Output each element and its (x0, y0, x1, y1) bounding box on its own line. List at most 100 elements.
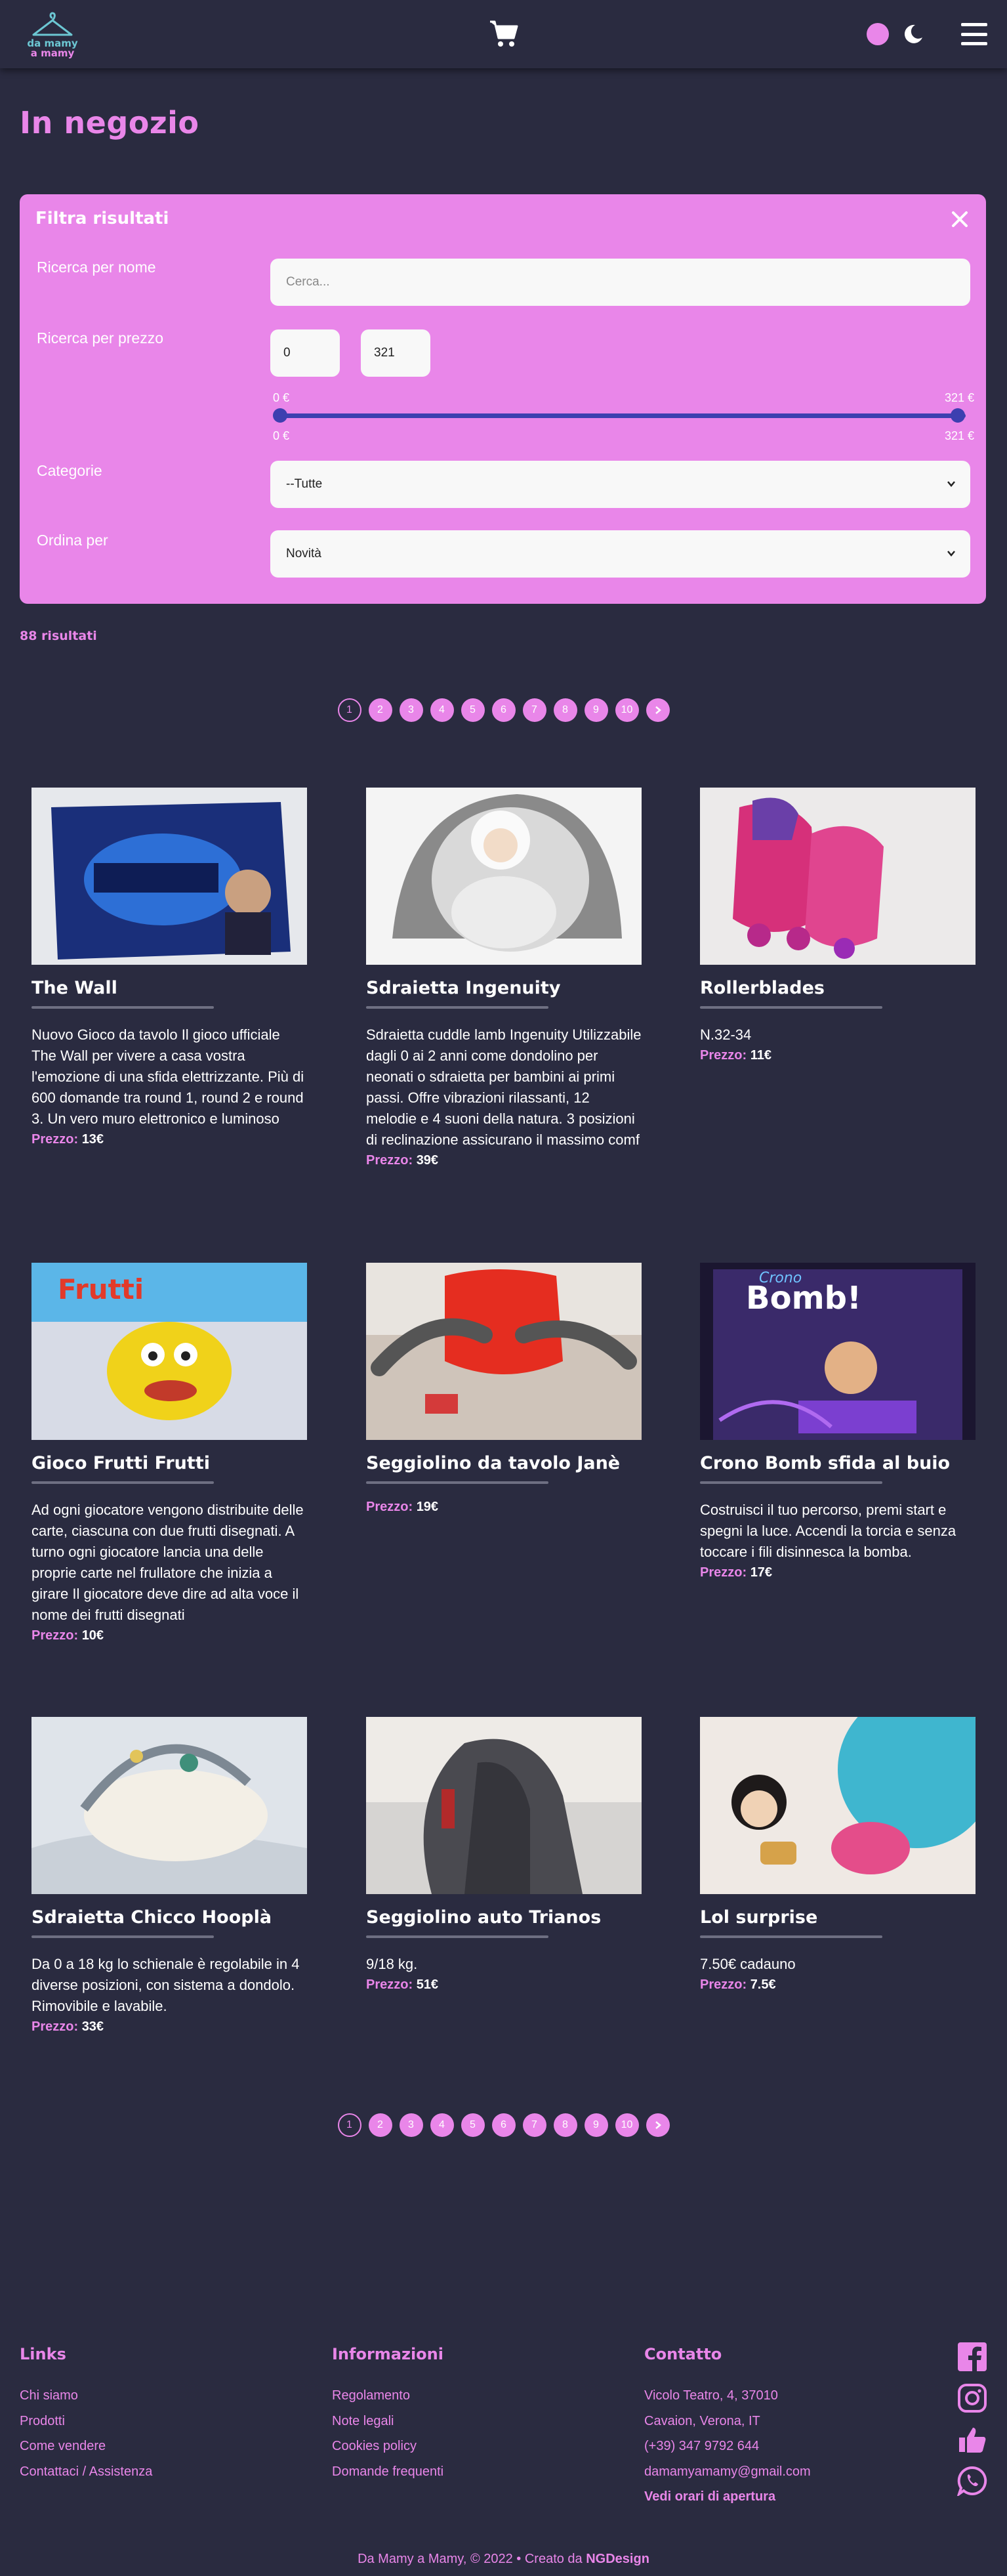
product-title[interactable]: Seggiolino da tavolo Janè (366, 1453, 642, 1473)
page-button-1[interactable]: 1 (337, 2113, 361, 2137)
opening-hours-link[interactable]: Vedi orari di apertura (644, 2484, 811, 2510)
footer-link-prodotti[interactable]: Prodotti (20, 2409, 152, 2434)
page-button-5[interactable]: 5 (461, 698, 485, 722)
product-title[interactable]: The Wall (31, 978, 307, 998)
footer-link-cookies[interactable]: Cookies policy (332, 2434, 443, 2459)
title-divider (366, 1935, 548, 1938)
whatsapp-icon[interactable] (957, 2466, 987, 2496)
facebook-icon[interactable] (957, 2342, 987, 2372)
page-button-6[interactable]: 6 (491, 698, 516, 722)
thumbs-up-icon[interactable] (957, 2424, 987, 2455)
product-title[interactable]: Crono Bomb sfida al buio (700, 1453, 976, 1473)
close-icon[interactable] (951, 210, 969, 228)
contact-email-link[interactable]: damamyamamy@gmail.com (644, 2459, 811, 2485)
category-select[interactable]: --Tutte (270, 461, 970, 508)
contact-phone-link[interactable]: (+39) 347 9792 644 (644, 2434, 811, 2459)
next-page-button[interactable] (646, 698, 670, 722)
product-card[interactable]: Sdraietta Chicco Hooplà Da 0 a 18 kg lo … (31, 1717, 307, 2035)
page-button-10[interactable]: 10 (615, 698, 639, 722)
range-min-label: 0 € (273, 391, 290, 404)
price-min-input[interactable]: 0 (270, 329, 340, 377)
product-card[interactable]: Rollerblades N.32-34 Prezzo: 11€ (700, 788, 976, 1063)
product-image-the-wall[interactable] (31, 788, 307, 965)
product-card[interactable]: Lol surprise 7.50€ cadauno Prezzo: 7.5€ (700, 1717, 976, 1993)
product-card[interactable]: Sdraietta Ingenuity Sdraietta cuddle lam… (366, 788, 642, 1168)
range-max-value: 321 € (944, 429, 974, 442)
page-button-4[interactable]: 4 (430, 2113, 454, 2137)
designer-link[interactable]: NGDesign (586, 2552, 649, 2566)
page-button-4[interactable]: 4 (430, 698, 454, 722)
product-title[interactable]: Lol surprise (700, 1907, 976, 1928)
product-image-chicco-hoopla[interactable] (31, 1717, 307, 1894)
price-range-track[interactable] (277, 413, 966, 418)
footer-link-faq[interactable]: Domande frequenti (332, 2459, 443, 2485)
price-value: 10€ (81, 1628, 104, 1643)
chevron-right-icon (655, 2121, 661, 2129)
page-button-7[interactable]: 7 (522, 698, 546, 722)
page-button-7[interactable]: 7 (522, 2113, 546, 2137)
page-button-9[interactable]: 9 (584, 2113, 608, 2137)
product-title[interactable]: Rollerblades (700, 978, 976, 998)
page-button-9[interactable]: 9 (584, 698, 608, 722)
price-max-input[interactable]: 321 (361, 329, 430, 377)
product-image-seggiolino-tavolo[interactable] (366, 1263, 642, 1440)
page-button-2[interactable]: 2 (368, 698, 392, 722)
menu-bar (961, 32, 987, 36)
category-label: Categorie (37, 462, 102, 479)
product-card[interactable]: The Wall Nuovo Gioco da tavolo Il gioco … (31, 788, 307, 1147)
filter-title: Filtra risultati (35, 209, 169, 228)
product-card[interactable]: Seggiolino da tavolo Janè Prezzo: 19€ (366, 1263, 642, 1515)
product-description: N.32-34 (700, 1026, 752, 1043)
cart-button[interactable] (489, 18, 519, 52)
moon-icon[interactable] (902, 23, 924, 45)
product-price: Prezzo: 39€ (366, 1153, 642, 1168)
title-divider (700, 1006, 882, 1009)
price-value: 7.5€ (750, 1977, 776, 1992)
price-value: 39€ (416, 1153, 439, 1168)
product-image-lol-surprise[interactable] (700, 1717, 976, 1894)
footer-link-regolamento[interactable]: Regolamento (332, 2383, 443, 2409)
product-image-crono-bomb[interactable]: Bomb! Crono (700, 1263, 976, 1440)
category-select-value: --Tutte (286, 477, 323, 491)
header-actions (867, 23, 987, 45)
page-button-8[interactable]: 8 (553, 2113, 577, 2137)
page-button-10[interactable]: 10 (615, 2113, 639, 2137)
price-label: Prezzo: (366, 1153, 413, 1168)
price-label: Prezzo: (31, 2019, 79, 2034)
page-button-8[interactable]: 8 (553, 698, 577, 722)
sort-select[interactable]: Novità (270, 530, 970, 578)
page-button-6[interactable]: 6 (491, 2113, 516, 2137)
product-image-seggiolino-trianos[interactable] (366, 1717, 642, 1894)
product-image-rollerblades[interactable] (700, 788, 976, 965)
sort-select-value: Novità (286, 547, 321, 560)
light-theme-toggle[interactable] (867, 23, 889, 45)
product-card[interactable]: Frutti Gioco Frutti Frutti Ad ogni gioca… (31, 1263, 307, 1643)
product-title[interactable]: Gioco Frutti Frutti (31, 1453, 307, 1473)
footer-info-heading: Informazioni (332, 2345, 443, 2363)
footer-link-note-legali[interactable]: Note legali (332, 2409, 443, 2434)
site-logo[interactable]: da mamy a mamy (20, 10, 85, 58)
product-title[interactable]: Sdraietta Ingenuity (366, 978, 642, 998)
next-page-button[interactable] (646, 2113, 670, 2137)
price-range-min-handle[interactable] (273, 408, 287, 423)
search-input[interactable]: Cerca... (270, 259, 970, 306)
product-card[interactable]: Seggiolino auto Trianos 9/18 kg. Prezzo:… (366, 1717, 642, 1993)
footer-link-contattaci[interactable]: Contattaci / Assistenza (20, 2459, 152, 2485)
page-button-1[interactable]: 1 (337, 698, 361, 722)
product-card[interactable]: Bomb! Crono Crono Bomb sfida al buio Cos… (700, 1263, 976, 1580)
product-title[interactable]: Sdraietta Chicco Hooplà (31, 1907, 307, 1928)
price-range-max-handle[interactable] (951, 408, 965, 423)
footer-link-chi-siamo[interactable]: Chi siamo (20, 2383, 152, 2409)
footer-link-come-vendere[interactable]: Come vendere (20, 2434, 152, 2459)
price-value: 11€ (750, 1048, 771, 1063)
product-image-sdraietta-ingenuity[interactable] (366, 788, 642, 965)
name-search-label: Ricerca per nome (37, 259, 156, 276)
product-title[interactable]: Seggiolino auto Trianos (366, 1907, 642, 1928)
instagram-icon[interactable] (957, 2383, 987, 2413)
page-button-2[interactable]: 2 (368, 2113, 392, 2137)
page-button-3[interactable]: 3 (399, 698, 423, 722)
hamburger-menu-button[interactable] (961, 23, 987, 45)
page-button-3[interactable]: 3 (399, 2113, 423, 2137)
product-image-frutti-frutti[interactable]: Frutti (31, 1263, 307, 1440)
page-button-5[interactable]: 5 (461, 2113, 485, 2137)
